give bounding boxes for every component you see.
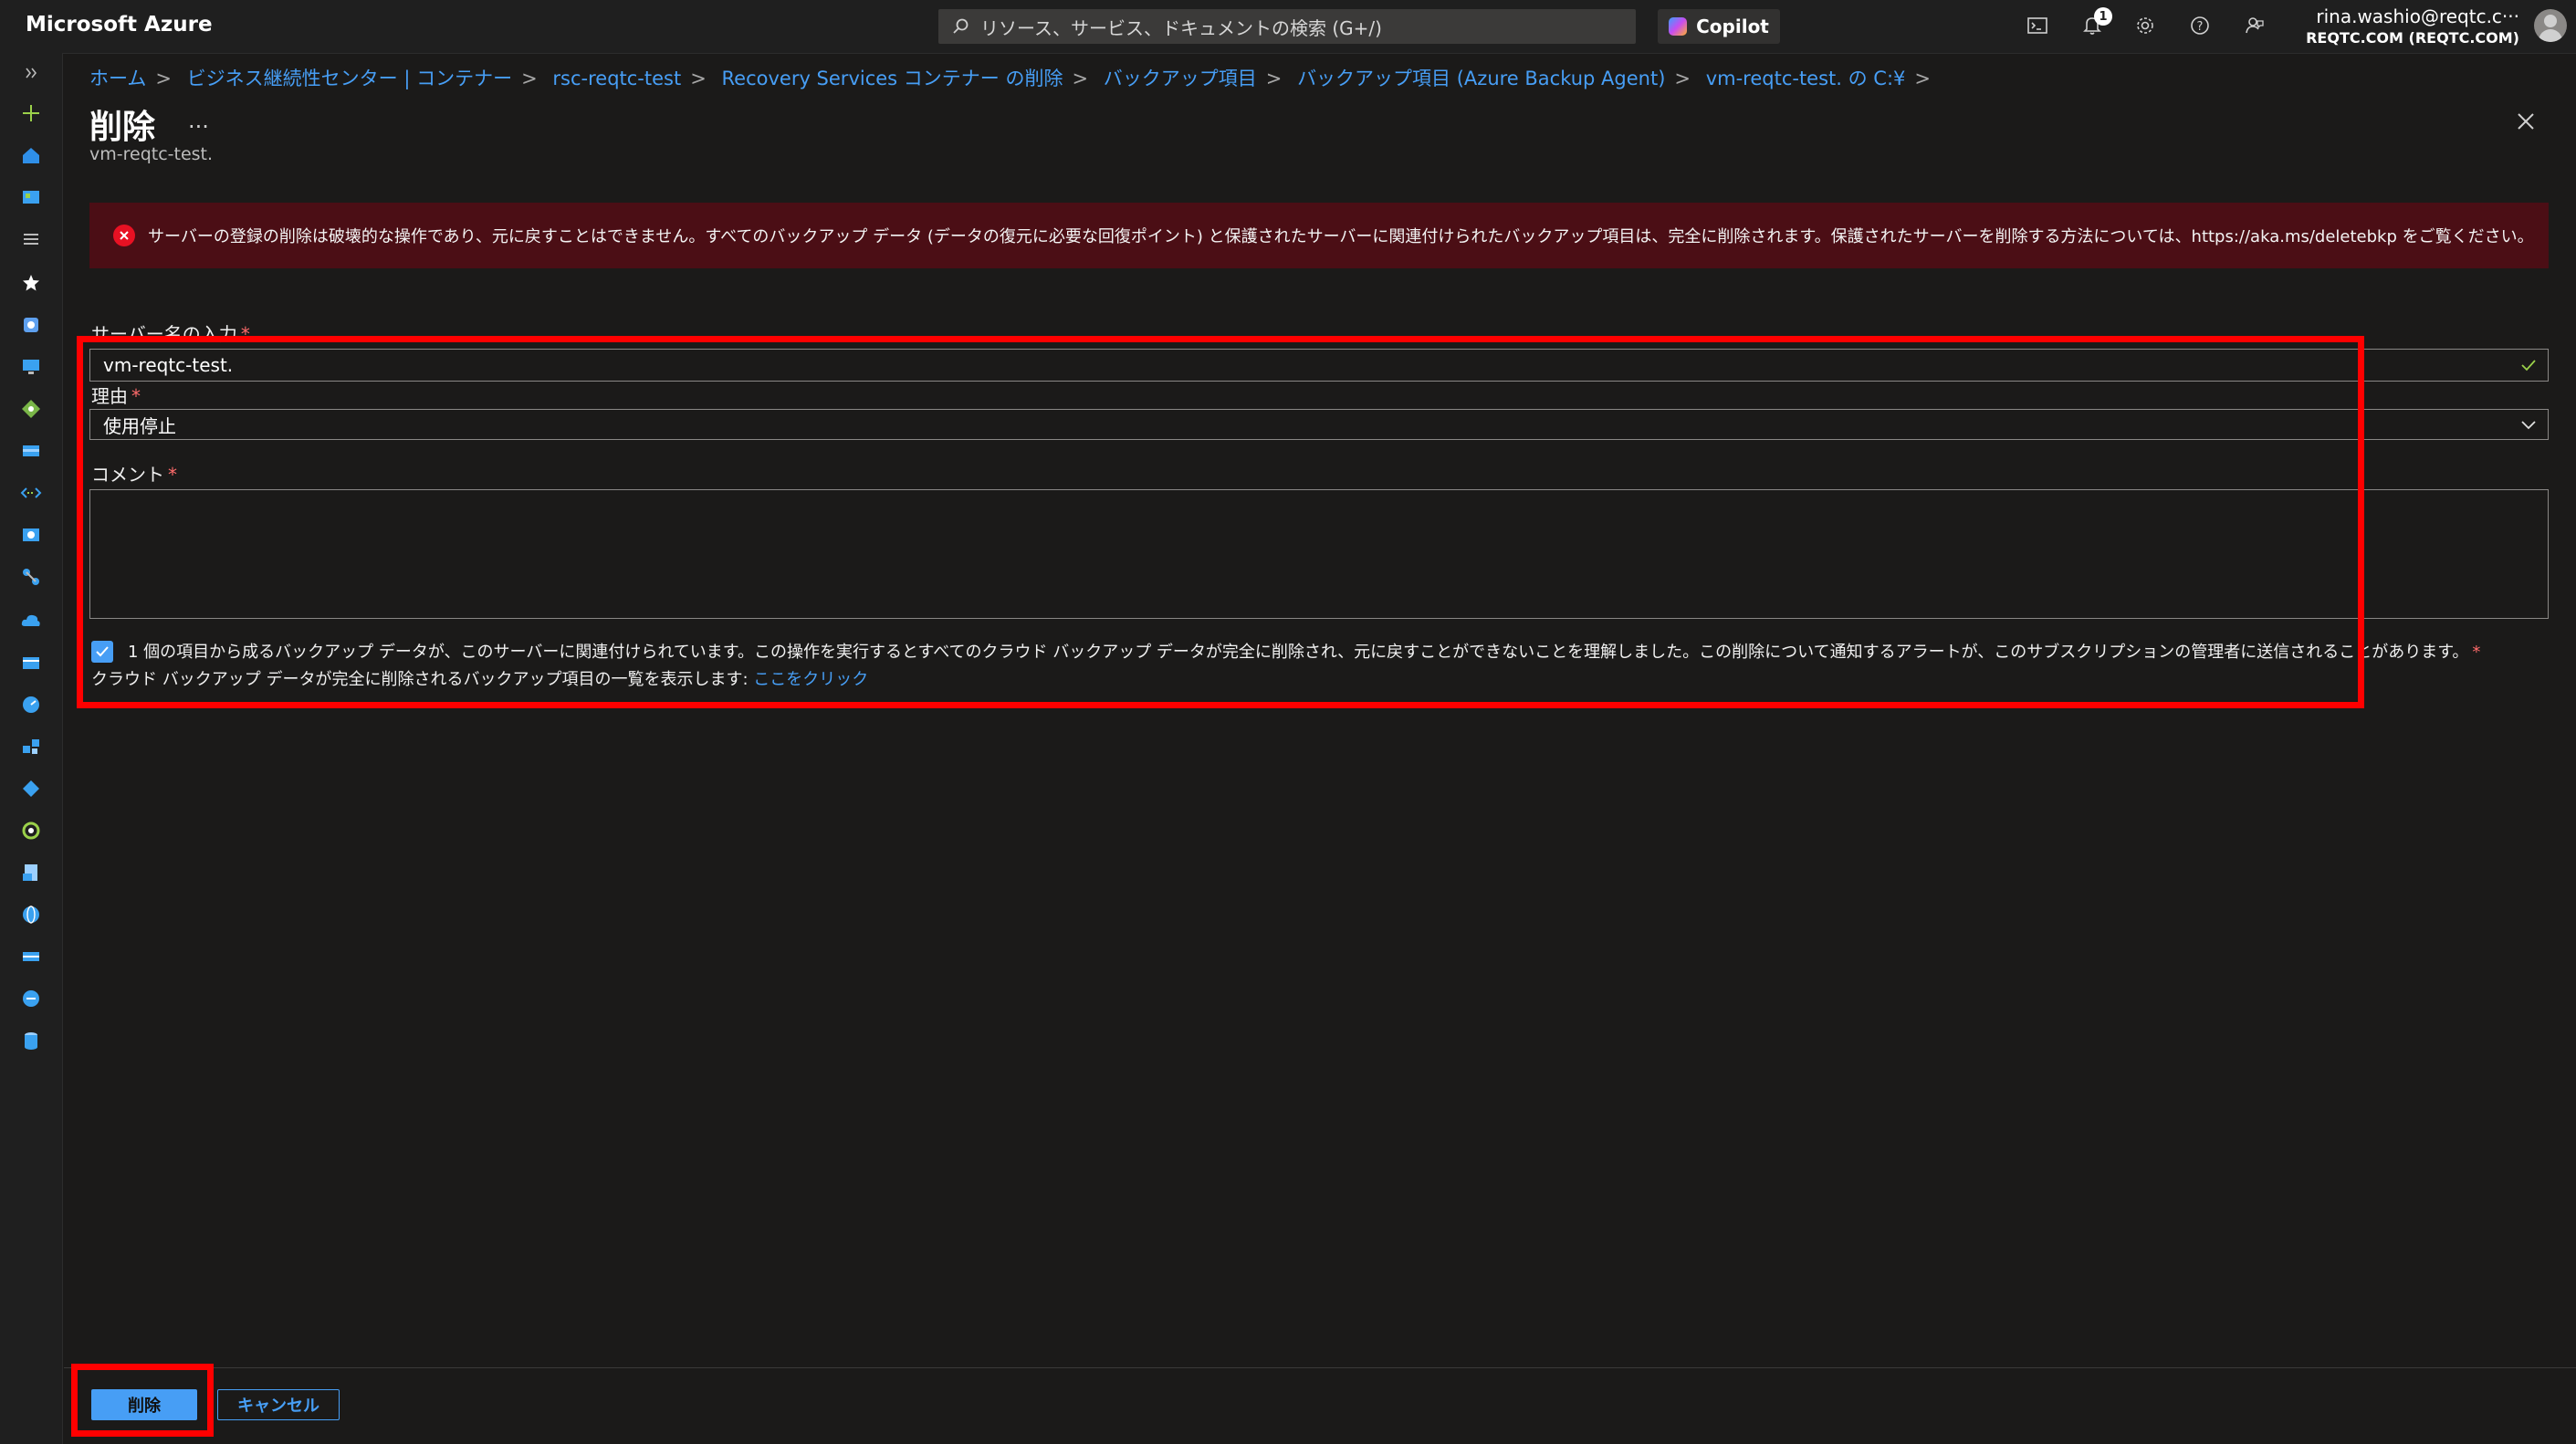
card-icon[interactable] bbox=[16, 648, 46, 677]
user-tenant: REQTC.COM (REQTC.COM) bbox=[2306, 29, 2519, 47]
help-button[interactable]: ? bbox=[2185, 11, 2215, 40]
storage-icon[interactable] bbox=[16, 436, 46, 466]
notification-badge: 1 bbox=[2094, 7, 2112, 26]
reason-select[interactable]: 使用停止 bbox=[89, 409, 2549, 440]
plus-icon[interactable] bbox=[16, 99, 46, 128]
comment-textarea[interactable] bbox=[89, 489, 2549, 619]
delete-button[interactable]: 削除 bbox=[91, 1389, 197, 1420]
error-icon bbox=[113, 225, 135, 246]
search-icon bbox=[953, 18, 969, 34]
server-name-label: サーバー名の入力 * bbox=[91, 323, 250, 345]
cloud-shell-button[interactable] bbox=[2023, 11, 2052, 40]
list-icon[interactable] bbox=[16, 225, 46, 254]
breadcrumb: ホーム > ビジネス継続性センター | コンテナー > rsc-reqtc-test… bbox=[89, 68, 1932, 89]
user-account[interactable]: rina.washio@reqtc.c··· REQTC.COM (REQTC.… bbox=[2236, 5, 2519, 47]
server-name-value: vm-reqtc-test. bbox=[103, 354, 234, 376]
settings-button[interactable] bbox=[2131, 11, 2160, 40]
svg-text:?: ? bbox=[2197, 20, 2204, 34]
diamond-icon[interactable] bbox=[16, 774, 46, 803]
check-icon bbox=[2521, 360, 2536, 371]
confirm-text: 1 個の項目から成るバックアップ データが、このサーバーに関連付けられています。… bbox=[128, 643, 2481, 662]
top-bar: Microsoft Azure リソース、サービス、ドキュメントの検索 (G+/… bbox=[0, 0, 2576, 54]
error-banner: サーバーの登録の削除は破壊的な操作であり、元に戻すことはできません。すべてのバッ… bbox=[89, 203, 2549, 268]
checkmark-icon bbox=[96, 646, 109, 657]
comment-label: コメント * bbox=[91, 464, 177, 486]
connector-icon[interactable] bbox=[16, 562, 46, 591]
ring-icon[interactable] bbox=[16, 816, 46, 845]
copilot-label: Copilot bbox=[1696, 16, 1769, 37]
service-icon-1[interactable] bbox=[16, 310, 46, 340]
left-rail bbox=[0, 53, 63, 1444]
brand-logo[interactable]: Microsoft Azure bbox=[26, 13, 213, 37]
breadcrumb-bc-center[interactable]: ビジネス継続性センター | コンテナー bbox=[187, 68, 512, 89]
dashboard-icon[interactable] bbox=[16, 183, 46, 212]
breadcrumb-agent-items[interactable]: バックアップ項目 (Azure Backup Agent) bbox=[1297, 68, 1665, 89]
doc-icon[interactable] bbox=[16, 858, 46, 887]
avatar[interactable] bbox=[2534, 9, 2567, 42]
copilot-icon bbox=[1669, 17, 1688, 36]
more-options-button[interactable]: ... bbox=[188, 108, 209, 133]
backup-items-list-text: クラウド バックアップ データが完全に削除されるバックアップ項目の一覧を表示しま… bbox=[91, 670, 869, 689]
reason-label: 理由 * bbox=[91, 385, 141, 407]
help-icon: ? bbox=[2191, 16, 2209, 35]
error-message: サーバーの登録の削除は破壊的な操作であり、元に戻すことはできません。すべてのバッ… bbox=[148, 227, 2534, 246]
user-email: rina.washio@reqtc.c··· bbox=[2316, 5, 2519, 27]
footer-divider bbox=[64, 1367, 2576, 1368]
circle-icon[interactable] bbox=[16, 984, 46, 1013]
breadcrumb-vault[interactable]: rsc-reqtc-test bbox=[552, 68, 681, 89]
cancel-button[interactable]: キャンセル bbox=[217, 1389, 340, 1420]
gear-icon bbox=[2137, 17, 2153, 34]
cluster-icon[interactable] bbox=[16, 732, 46, 761]
terminal-icon bbox=[2027, 17, 2047, 34]
git-icon[interactable] bbox=[16, 394, 46, 424]
home-icon[interactable] bbox=[16, 141, 46, 170]
copilot-button[interactable]: Copilot bbox=[1658, 9, 1780, 44]
network-icon[interactable] bbox=[16, 478, 46, 507]
page-title: 削除 bbox=[89, 109, 156, 146]
breadcrumb-backup-items[interactable]: バックアップ項目 bbox=[1104, 68, 1257, 89]
star-icon[interactable] bbox=[16, 268, 46, 298]
vm-icon[interactable] bbox=[16, 520, 46, 549]
global-search[interactable]: リソース、サービス、ドキュメントの検索 (G+/) bbox=[938, 9, 1636, 44]
breadcrumb-drive[interactable]: vm-reqtc-test. の C:¥ bbox=[1706, 68, 1906, 89]
click-here-link[interactable]: ここをクリック bbox=[753, 670, 868, 689]
globe-icon[interactable] bbox=[16, 900, 46, 929]
sql-icon[interactable] bbox=[16, 1026, 46, 1055]
notifications-button[interactable]: 1 bbox=[2078, 7, 2112, 40]
search-placeholder: リソース、サービス、ドキュメントの検索 (G+/) bbox=[980, 16, 1382, 39]
expand-icon[interactable] bbox=[16, 58, 46, 88]
chevron-down-icon bbox=[2521, 421, 2536, 430]
confirm-checkbox[interactable] bbox=[91, 641, 113, 663]
reason-value: 使用停止 bbox=[103, 414, 176, 437]
close-icon[interactable] bbox=[2512, 108, 2539, 135]
breadcrumb-vault-delete[interactable]: Recovery Services コンテナー の削除 bbox=[722, 68, 1063, 89]
page-subtitle: vm-reqtc-test. bbox=[89, 144, 214, 164]
monitor-icon[interactable] bbox=[16, 352, 46, 382]
cloud-icon[interactable] bbox=[16, 606, 46, 635]
bar-icon[interactable] bbox=[16, 942, 46, 971]
breadcrumb-home[interactable]: ホーム bbox=[89, 68, 146, 89]
server-name-input[interactable]: vm-reqtc-test. bbox=[89, 349, 2549, 382]
gauge-icon[interactable] bbox=[16, 690, 46, 719]
